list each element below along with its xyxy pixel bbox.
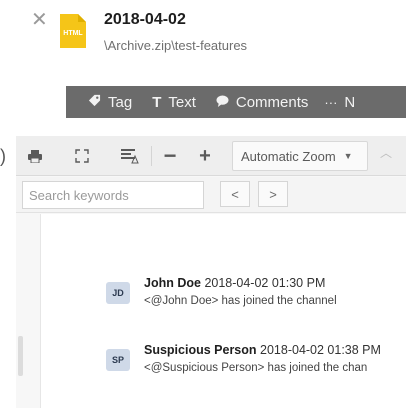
- fullscreen-icon: [75, 149, 89, 163]
- comments-button[interactable]: Comments: [206, 86, 319, 118]
- find-previous-button[interactable]: <: [220, 181, 250, 207]
- zoom-select[interactable]: Automatic Zoom ▼: [232, 141, 368, 171]
- chevron-right-icon: >: [269, 186, 277, 202]
- print-button[interactable]: [22, 144, 48, 168]
- more-button[interactable]: ··· N: [318, 86, 365, 118]
- minus-icon: −: [163, 143, 177, 168]
- author-name: John Doe: [144, 276, 201, 290]
- message-text: <@John Doe> has joined the channel: [144, 295, 337, 307]
- edge-brace: ): [0, 146, 6, 166]
- more-label: N: [344, 93, 356, 111]
- document-title: 2018-04-02: [104, 11, 186, 28]
- text-button[interactable]: T Text: [142, 86, 206, 118]
- search-input[interactable]: [22, 181, 204, 209]
- avatar: SP: [106, 349, 130, 371]
- message-timestamp: 2018-04-02 01:38 PM: [260, 343, 381, 357]
- message-text: <@Suspicious Person> has joined the chan: [144, 362, 368, 374]
- find-next-button[interactable]: >: [258, 181, 288, 207]
- close-icon[interactable]: ✕: [31, 10, 48, 30]
- zoom-value: Automatic Zoom: [241, 148, 336, 164]
- chevron-left-icon: <: [231, 186, 239, 202]
- tag-icon: [88, 94, 101, 110]
- plus-icon: +: [199, 144, 211, 167]
- document-path: \Archive.zip\test-features: [104, 38, 248, 53]
- annotation-tool-button[interactable]: [117, 144, 143, 168]
- comment-icon: [216, 94, 229, 110]
- html-file-icon: HTML: [60, 14, 86, 48]
- text-label: Text: [168, 93, 196, 111]
- zoom-out-button[interactable]: −: [157, 143, 183, 168]
- author-name: Suspicious Person: [144, 343, 257, 357]
- text-icon: T: [152, 93, 162, 111]
- comments-label: Comments: [235, 93, 309, 111]
- message-header: Suspicious Person 2018-04-02 01:38 PM: [144, 343, 381, 357]
- svg-text:HTML: HTML: [63, 30, 83, 37]
- avatar: JD: [106, 282, 130, 304]
- fullscreen-button[interactable]: [69, 144, 95, 168]
- message-timestamp: 2018-04-02 01:30 PM: [204, 276, 326, 290]
- caret-down-icon: ▼: [343, 151, 353, 161]
- document-header: ✕ HTML 2018-04-02 \Archive.zip\test-feat…: [0, 0, 406, 80]
- print-icon: [28, 149, 42, 163]
- chat-message: SP Suspicious Person 2018-04-02 01:38 PM…: [106, 343, 406, 383]
- zoom-in-button[interactable]: +: [192, 144, 218, 168]
- chevron-up-icon[interactable]: ︿: [380, 144, 392, 161]
- annotation-icon: [121, 149, 139, 164]
- chat-message: JD John Doe 2018-04-02 01:30 PM <@John D…: [106, 276, 406, 316]
- page-scroll-indicator[interactable]: [18, 336, 23, 376]
- more-icon: ···: [324, 94, 338, 110]
- tag-label: Tag: [108, 93, 133, 111]
- message-header: John Doe 2018-04-02 01:30 PM: [144, 276, 325, 290]
- action-bar: Tag T Text Comments ··· N: [66, 86, 406, 118]
- tag-button[interactable]: Tag: [78, 86, 142, 118]
